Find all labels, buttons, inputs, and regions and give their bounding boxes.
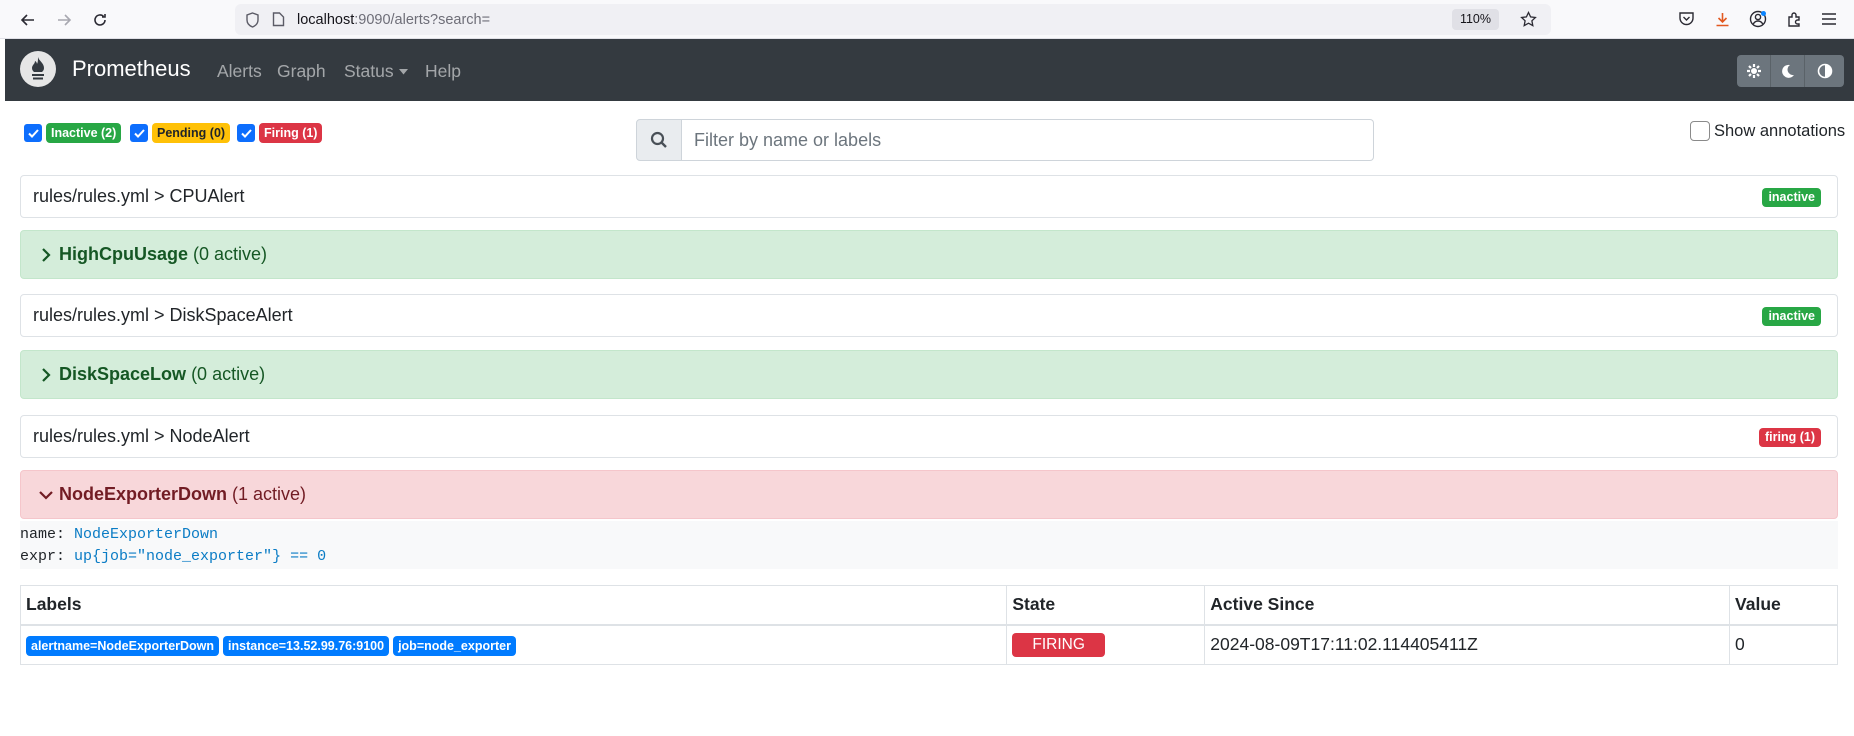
nav-graph[interactable]: Graph (277, 61, 326, 82)
check-icon (27, 128, 39, 138)
labels-cell: alertname=NodeExporterDown instance=13.52… (19, 624, 1008, 665)
arrow-left-icon (20, 14, 34, 26)
url-host: localhost (297, 11, 355, 28)
group-header-nodealert: rules/rules.yml > NodeAlert firing (1) (20, 415, 1838, 458)
firing-state-badge: FIRING (1012, 632, 1105, 657)
nav-status-label: Status (344, 61, 394, 81)
light-theme-button[interactable] (1737, 55, 1771, 87)
pocket-icon[interactable] (1675, 8, 1697, 30)
prometheus-logo-icon[interactable] (20, 51, 56, 87)
shield-icon (246, 11, 259, 28)
caret-down-icon (398, 68, 408, 74)
url-path: :9090/alerts?search= (354, 11, 491, 28)
reload-button[interactable] (86, 6, 114, 34)
rule-name: HighCpuUsage (59, 244, 189, 264)
group-title: rules/rules.yml > DiskSpaceAlert (33, 305, 293, 325)
value-cell: 0 (1729, 624, 1838, 665)
rule-active-count: (1 active) (232, 484, 307, 504)
rule-expr-key: expr: (20, 548, 66, 565)
check-icon (133, 128, 145, 138)
rule-nodeexporterdown[interactable]: NodeExporterDown (1 active) (20, 470, 1838, 519)
nav-help[interactable]: Help (425, 61, 461, 82)
account-icon[interactable] (1747, 8, 1769, 30)
search-addon (636, 119, 682, 161)
table-row: alertname=NodeExporterDown instance=13.52… (19, 624, 1838, 665)
rule-active-count: (0 active) (191, 364, 266, 384)
state-cell: FIRING (1006, 624, 1206, 665)
show-annotations-checkbox[interactable] (1690, 121, 1710, 141)
url-bar[interactable]: localhost:9090/alerts?search= 110% (235, 4, 1551, 35)
rule-highcpuusage[interactable]: HighCpuUsage (0 active) (20, 230, 1838, 279)
rule-diskspacelow[interactable]: DiskSpaceLow (0 active) (20, 350, 1838, 399)
inactive-filter-badge[interactable]: Inactive (2) (46, 123, 122, 143)
group-state-badge: inactive (1762, 188, 1821, 207)
nav-status[interactable]: Status (344, 61, 408, 82)
check-icon (240, 128, 252, 138)
auto-theme-button[interactable] (1805, 55, 1844, 87)
extensions-icon[interactable] (1783, 8, 1805, 30)
browser-toolbar: localhost:9090/alerts?search= 110% (0, 0, 1854, 39)
group-title: rules/rules.yml > NodeAlert (33, 426, 250, 446)
label-badge: alertname=NodeExporterDown (26, 635, 220, 656)
zoom-level[interactable]: 110% (1451, 9, 1499, 30)
rule-expr-value[interactable]: up{job="node_exporter"} == 0 (74, 548, 326, 565)
gear-icon (1746, 64, 1761, 78)
forward-button[interactable] (50, 6, 78, 34)
group-state-badge: firing (1) (1759, 428, 1821, 447)
header-labels: Labels (19, 585, 1008, 626)
label-badge: job=node_exporter (393, 635, 516, 656)
label-badge: instance=13.52.99.76:9100 (223, 635, 390, 656)
pending-checkbox[interactable] (130, 124, 148, 142)
rule-definition: name: NodeExporterDown expr: up{job="nod… (20, 521, 1838, 569)
search-input[interactable] (682, 119, 1374, 161)
rule-name-value[interactable]: NodeExporterDown (74, 526, 218, 543)
rule-name: DiskSpaceLow (59, 364, 187, 384)
inactive-checkbox[interactable] (24, 124, 42, 142)
firing-filter-badge[interactable]: Firing (1) (259, 123, 323, 143)
download-icon[interactable] (1711, 8, 1733, 30)
pending-filter-badge[interactable]: Pending (0) (152, 123, 231, 143)
moon-icon (1782, 64, 1794, 78)
bookmark-star-icon[interactable] (1520, 11, 1537, 28)
group-header-cpualert: rules/rules.yml > CPUAlert inactive (20, 175, 1838, 218)
top-navbar: Prometheus Alerts Graph Status Help (5, 39, 1854, 101)
firing-checkbox[interactable] (237, 124, 255, 142)
arrow-right-icon (58, 14, 72, 26)
active-since-cell: 2024-08-09T17:11:02.114405411Z (1204, 624, 1731, 665)
group-header-diskspacealert: rules/rules.yml > DiskSpaceAlert inactiv… (20, 294, 1838, 337)
theme-toggle-group (1737, 55, 1844, 87)
nav-alerts[interactable]: Alerts (217, 61, 262, 82)
page-icon (272, 12, 285, 27)
search-icon (650, 131, 667, 148)
chevron-right-icon (42, 247, 51, 262)
alerts-table: Labels State Active Since Value alertnam… (19, 585, 1838, 665)
search-group (636, 119, 1374, 161)
chevron-down-icon (39, 490, 53, 500)
rule-active-count: (0 active) (193, 244, 268, 264)
header-value: Value (1729, 585, 1838, 626)
menu-icon[interactable] (1818, 8, 1840, 30)
group-title: rules/rules.yml > CPUAlert (33, 186, 245, 206)
table-header-row: Labels State Active Since Value (19, 585, 1838, 626)
back-button[interactable] (14, 6, 42, 34)
header-active-since: Active Since (1204, 585, 1731, 626)
half-circle-icon (1817, 63, 1832, 79)
reload-icon (94, 14, 106, 26)
rule-name: NodeExporterDown (59, 484, 228, 504)
show-annotations-label[interactable]: Show annotations (1714, 122, 1845, 141)
header-state: State (1006, 585, 1206, 626)
dark-theme-button[interactable] (1771, 55, 1805, 87)
brand-name[interactable]: Prometheus (72, 56, 191, 82)
group-state-badge: inactive (1762, 307, 1821, 326)
rule-name-key: name: (20, 526, 66, 543)
chevron-right-icon (42, 367, 51, 382)
